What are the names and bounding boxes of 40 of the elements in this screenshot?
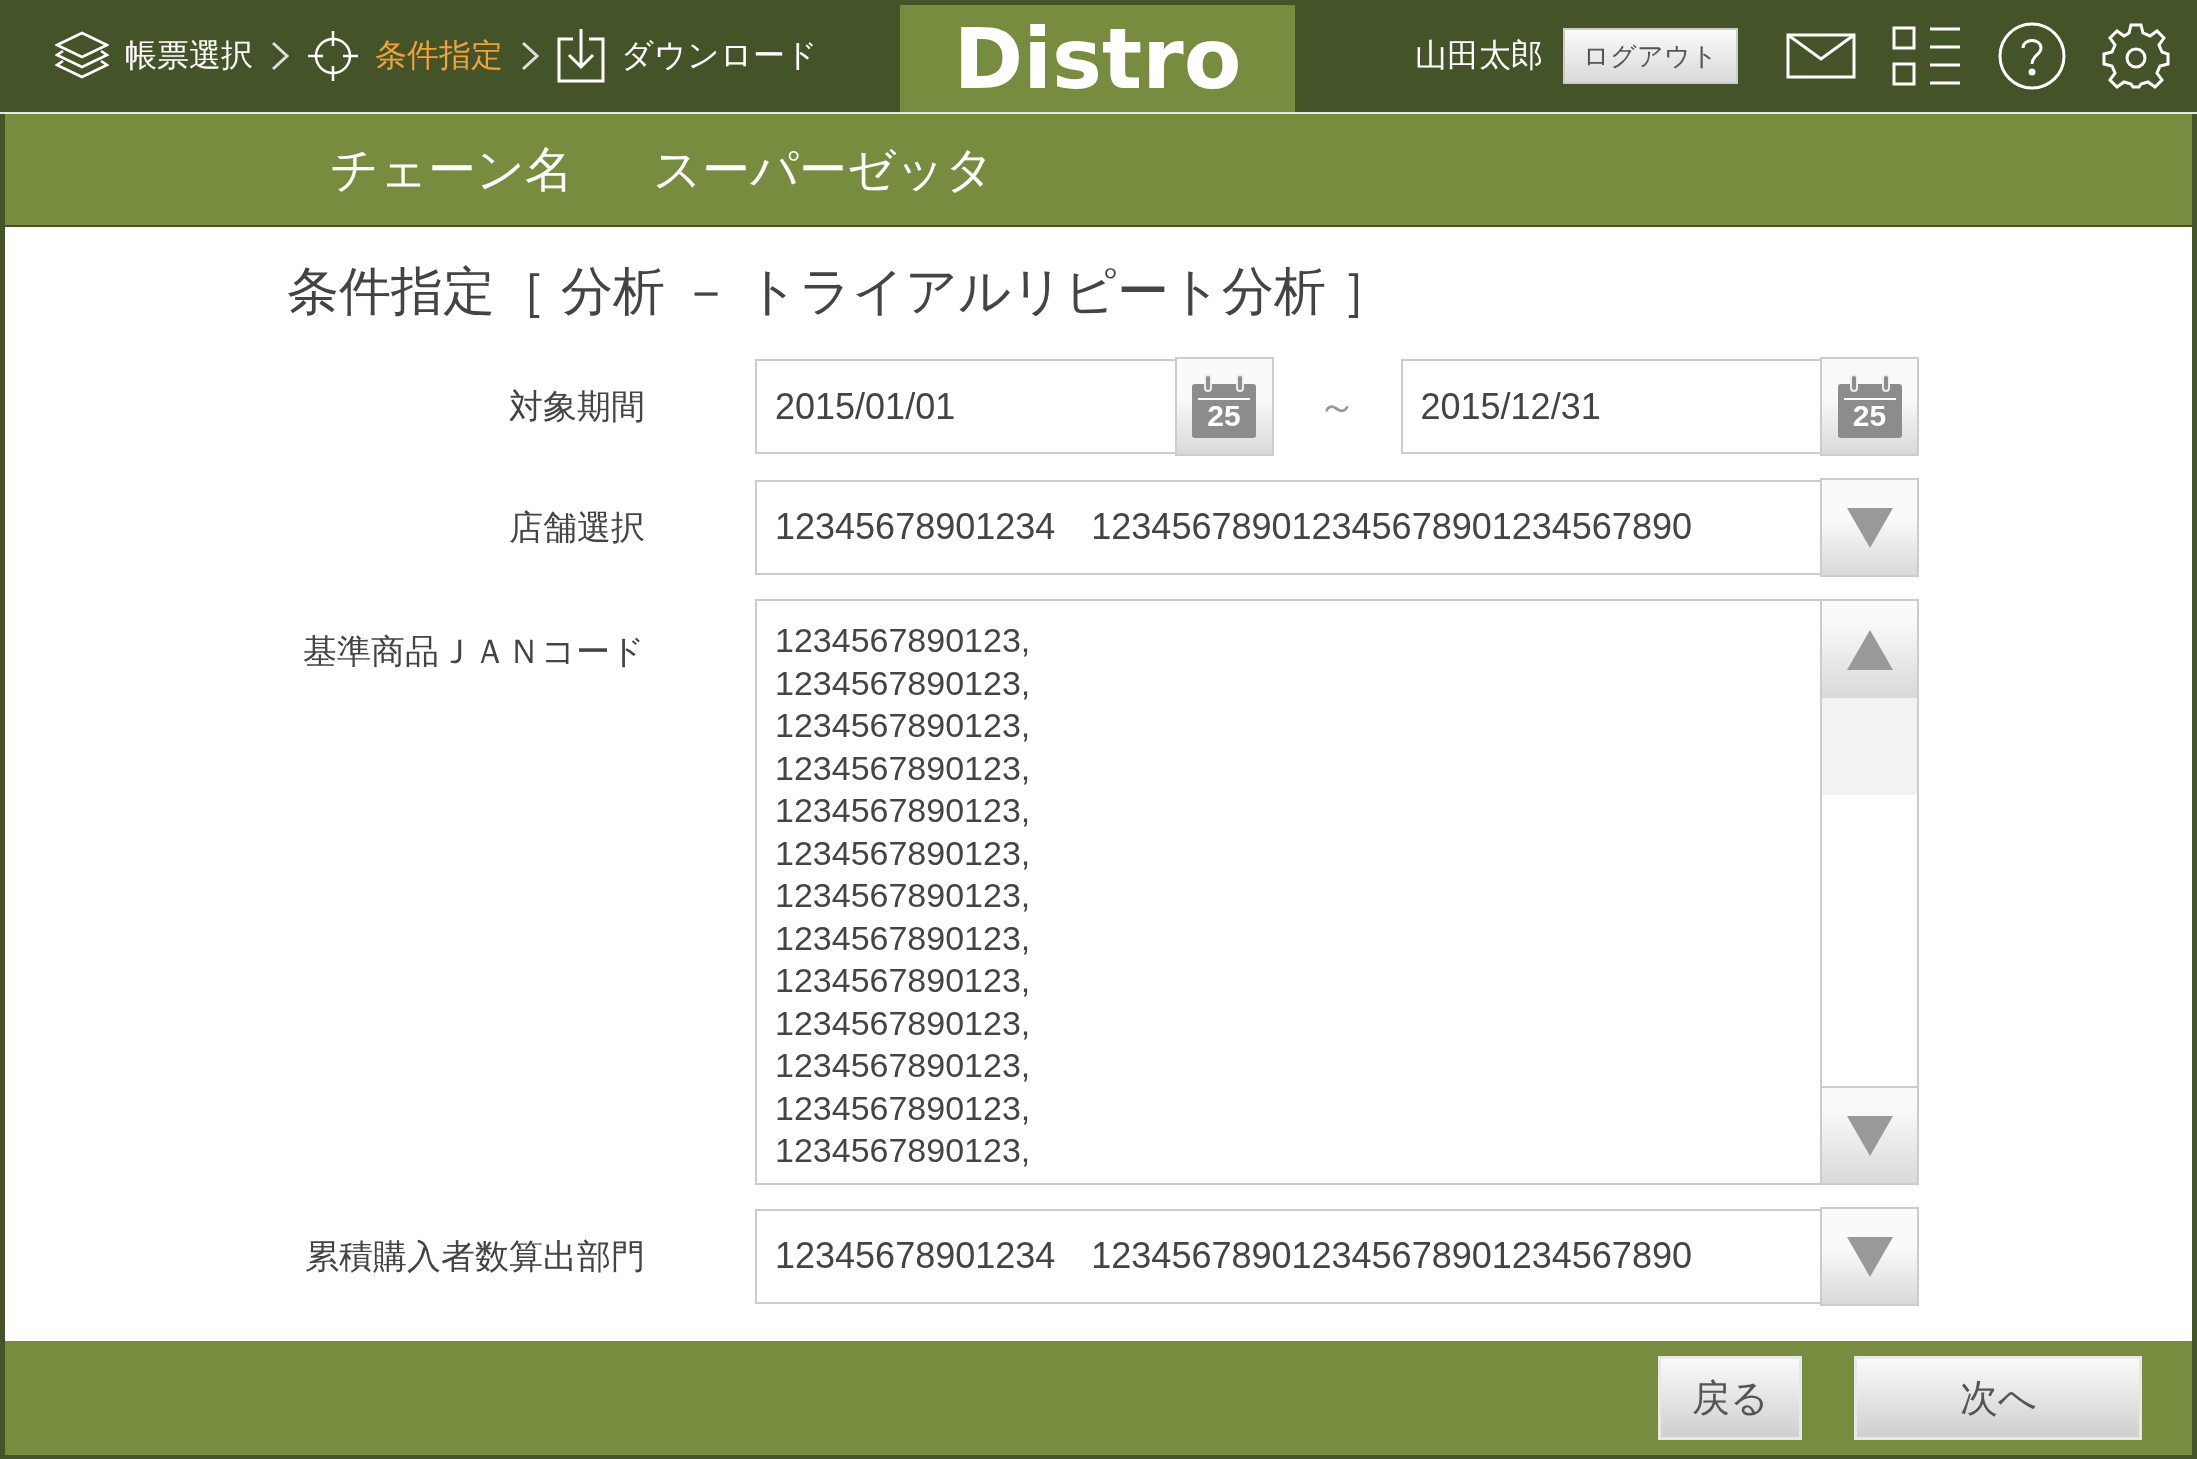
date-field[interactable]: 2015/01/01 — [755, 359, 1175, 454]
scroll-down-button[interactable] — [1822, 1086, 1917, 1183]
breadcrumb-item[interactable]: ダウンロード — [557, 29, 818, 83]
grid-list-icon[interactable] — [1892, 26, 1962, 86]
chevron-right-icon — [521, 41, 539, 71]
chain-label: チェーン名 — [330, 141, 573, 198]
logo: Distro — [900, 5, 1295, 112]
range-separator: ～ — [1316, 383, 1358, 430]
field-label: 店舗選択 — [508, 506, 645, 548]
breadcrumb-item[interactable]: 条件指定 — [307, 30, 503, 82]
triangle-down-icon — [1846, 1115, 1893, 1156]
back-button[interactable]: 戻る — [1658, 1356, 1802, 1440]
text-area[interactable]: 1234567890123, 1234567890123, 1234567890123, 1234567890123, 1234567890123, 1234567890123, 1234567890123, 1234567890123, 1234567890123, 1234567890123, 1234567890123, 1234567890123, 1234567890123, — [755, 599, 1820, 1185]
field-label: 基準商品ＪＡＮコード — [302, 631, 645, 672]
triangle-down-icon — [1846, 1236, 1893, 1277]
settings-icon[interactable] — [2102, 22, 2170, 90]
field-label: 対象期間 — [508, 385, 645, 427]
logout-button[interactable]: ログアウト — [1563, 28, 1738, 84]
select-field[interactable]: 12345678901234 123456789012345678901234567890 — [755, 1209, 1820, 1304]
triangle-up-icon — [1846, 629, 1893, 670]
download-icon — [557, 29, 605, 83]
user-name: 山田太郎 — [1415, 36, 1543, 75]
date-field[interactable]: 2015/12/31 — [1400, 359, 1820, 454]
next-button[interactable]: 次へ — [1854, 1356, 2142, 1440]
scroll-up-button[interactable] — [1822, 601, 1917, 698]
field-label: 累積購入者数算出部門 — [304, 1235, 645, 1277]
crosshair-icon — [307, 30, 359, 82]
select-field[interactable]: 12345678901234 123456789012345678901234567890 — [755, 480, 1820, 575]
chain-name: スーパーゼッタ — [653, 141, 994, 198]
breadcrumb-item[interactable]: 帳票選択 — [55, 31, 253, 81]
page-title: 条件指定［ 分析 － トライアルリピート分析 ］ — [287, 261, 1394, 322]
triangle-down-icon — [1846, 507, 1893, 548]
scroll-thumb[interactable] — [1822, 698, 1917, 795]
chevron-right-icon — [271, 41, 289, 71]
layers-icon — [55, 31, 109, 81]
scrollbar[interactable] — [1820, 599, 1919, 1185]
help-icon[interactable] — [1998, 22, 2066, 90]
dropdown-button[interactable] — [1820, 1207, 1919, 1306]
dropdown-button[interactable] — [1820, 478, 1919, 577]
mail-icon[interactable] — [1786, 33, 1856, 79]
